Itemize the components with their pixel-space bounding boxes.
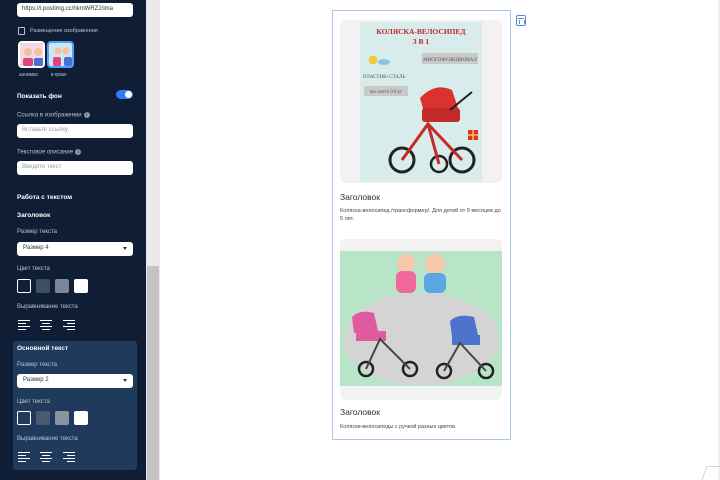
body-size-label: Размер текста [17,362,58,368]
heading-color-swatch-gray[interactable] [55,279,69,293]
placement-option-edge-label: в краю [51,72,67,78]
placement-option-fill-label: занимко [19,72,39,78]
image-tag-material: ПЛАСТИК+СТАЛЬ [363,75,406,80]
sidebar-scroll-thumb[interactable] [147,266,159,480]
card-image-strollers [340,239,502,400]
show-background-label: Показать фон [17,93,62,100]
sidebar-scrollbar[interactable] [146,0,160,480]
body-text-panel: Основной текст Размер текста Размер 2 Цв… [13,341,137,470]
body-size-select[interactable]: Размер 2 [17,374,133,388]
card-title: Заголовок [340,407,380,417]
text-section-title: Работа с текстом [17,194,73,201]
placement-option-fill[interactable] [18,41,45,68]
body-color-swatch-white[interactable] [74,411,88,425]
align-center-icon[interactable] [40,451,54,463]
settings-sidebar: https://i.postimg.cc/hkmWRZ2/ima Размеще… [0,0,146,480]
placement-label: Размещение изображения [30,28,98,34]
heading-color-swatch-dark[interactable] [17,279,31,293]
trash-icon[interactable] [516,15,526,26]
image-url-field[interactable]: https://i.postimg.cc/hkmWRZ2/ima [17,3,133,17]
alt-text-label: Текстовое описание [17,149,74,156]
image-tag-weight: вес нетто 9.6 кг [370,90,402,95]
info-icon[interactable]: i [75,149,82,155]
alt-text-row: Текстовое описание i [17,149,82,156]
image-tag-multifunction: МНОГОФУНКЦИОНАЛ [423,58,477,63]
body-color-swatch-slate[interactable] [36,411,50,425]
align-left-icon[interactable] [18,319,32,331]
align-right-icon[interactable] [63,319,77,331]
info-icon[interactable]: i [83,112,90,118]
heading-color-swatch-white[interactable] [74,279,88,293]
body-align-label: Выравнивание текста [17,436,78,442]
image-link-label: Ссылка в изображении [17,112,82,119]
alt-text-input[interactable]: Введите текст [17,161,133,175]
card-description: Коляска-велосипед /трансформер/. Для дет… [340,208,501,222]
body-color-swatch-dark[interactable] [17,411,31,425]
image-headline-text: КОЛЯСКА-ВЕЛОСИПЕД [376,27,466,36]
card-description: Коляски-велосипеды с ручкой разных цвето… [340,424,457,430]
body-color-swatch-gray[interactable] [55,411,69,425]
heading-size-select[interactable]: Размер 4 [17,242,133,256]
body-section-title: Основной текст [17,345,69,352]
show-background-toggle[interactable] [116,90,133,99]
body-color-label: Цвет текста [17,399,50,405]
align-right-icon[interactable] [63,451,77,463]
heading-size-label: Размер текста [17,229,58,235]
image-icon [18,27,25,35]
heading-color-swatch-slate[interactable] [36,279,50,293]
heading-color-label: Цвет текста [17,266,50,272]
chevron-down-icon [123,379,127,382]
align-center-icon[interactable] [40,319,54,331]
image-subhead-text: 3 В 1 [413,37,430,46]
heading-section-title: Заголовок [17,212,51,219]
heading-size-value: Размер 4 [23,245,49,251]
chevron-down-icon [123,247,127,250]
align-left-icon[interactable] [18,451,32,463]
card-title: Заголовок [340,192,380,202]
image-link-row: Ссылка в изображении i [17,112,90,119]
preview-area: КОЛЯСКА-ВЕЛОСИПЕД 3 В 1 МНОГОФУНКЦИОНАЛ … [160,0,720,480]
card-image-stroller-bike: КОЛЯСКА-ВЕЛОСИПЕД 3 В 1 МНОГОФУНКЦИОНАЛ … [340,20,502,183]
heading-align-label: Выравнивание текста [17,304,78,310]
image-link-input[interactable]: Вставьте ссылку [17,124,133,138]
placement-option-edge[interactable] [47,41,74,68]
body-size-value: Размер 2 [23,377,49,383]
